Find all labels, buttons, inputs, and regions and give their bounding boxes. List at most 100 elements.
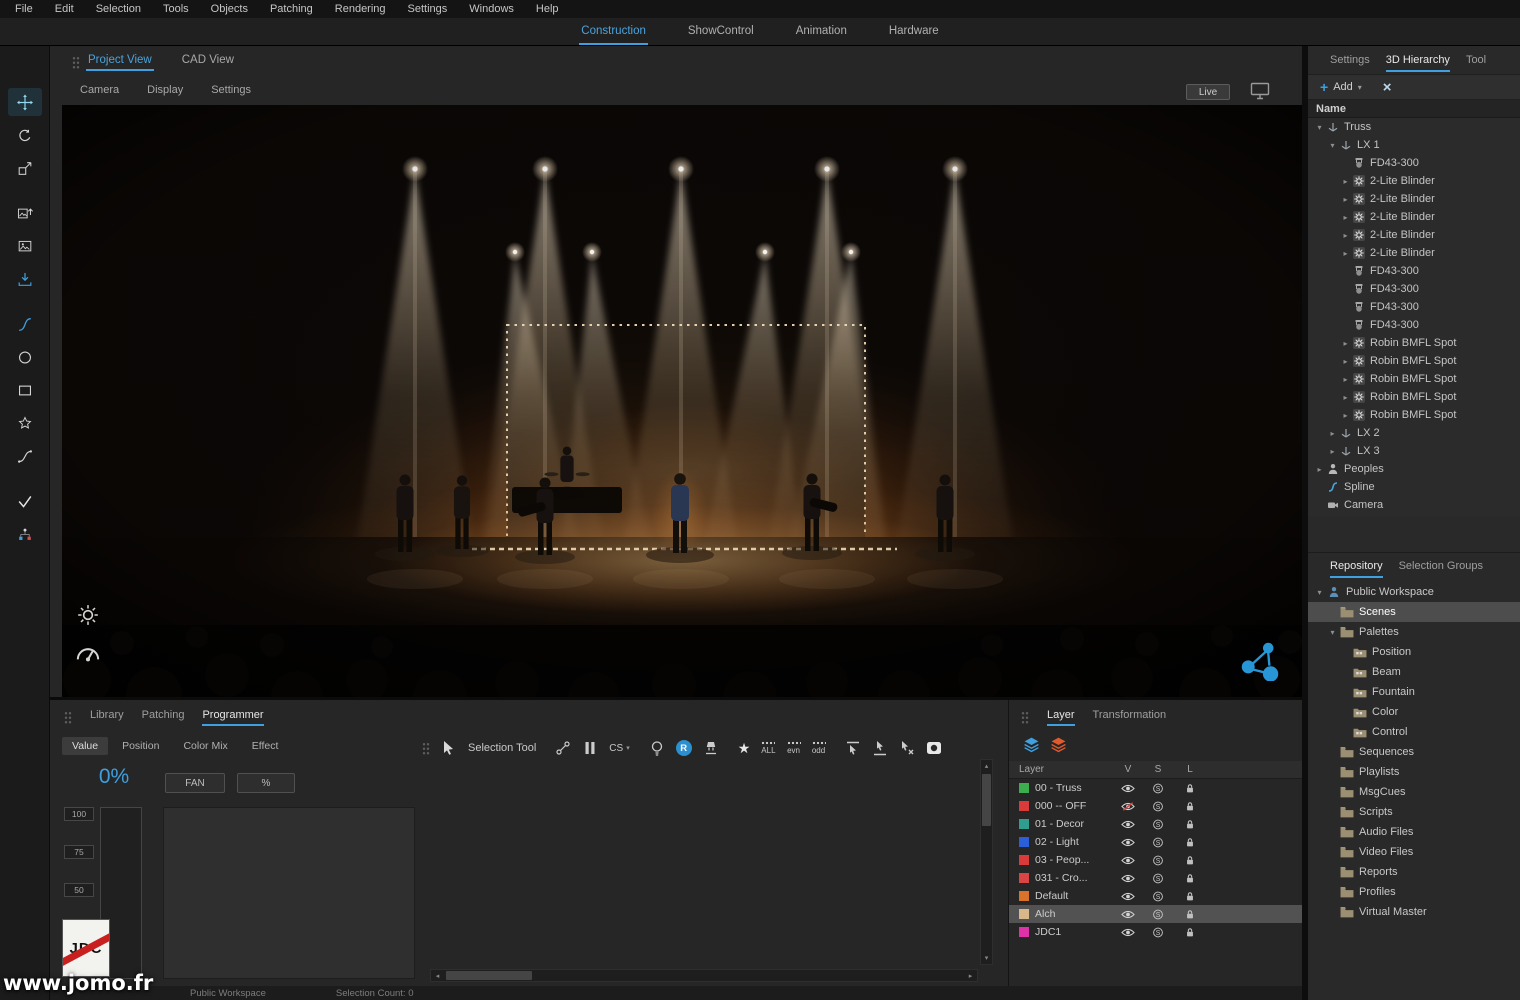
solo-icon[interactable]: S <box>1143 783 1173 794</box>
programmer-tab-programmer[interactable]: Programmer <box>202 709 263 726</box>
repository-item[interactable]: ▾Palettes <box>1308 622 1520 642</box>
layer-row[interactable]: 00 - TrussS <box>1009 779 1302 797</box>
repository-item[interactable]: Scripts <box>1308 802 1520 822</box>
repository-item[interactable]: Profiles <box>1308 882 1520 902</box>
drag-grip-icon[interactable] <box>64 711 72 724</box>
hierarchy-item[interactable]: FD43-300 <box>1308 298 1520 316</box>
layer-tab-transformation[interactable]: Transformation <box>1093 709 1167 726</box>
hierarchy-item[interactable]: Camera <box>1308 496 1520 514</box>
layer-row[interactable]: 01 - DecorS <box>1009 815 1302 833</box>
spline-tool-button[interactable] <box>8 310 42 338</box>
lock-icon[interactable] <box>1173 873 1207 884</box>
scroll-left-icon[interactable]: ◂ <box>431 972 444 980</box>
repository-item[interactable]: MsgCues <box>1308 782 1520 802</box>
mode-tab-construction[interactable]: Construction <box>579 18 648 45</box>
view-tab-cad-view[interactable]: CAD View <box>180 51 236 71</box>
layer-row[interactable]: DefaultS <box>1009 887 1302 905</box>
expand-arrow-icon[interactable]: ▸ <box>1340 375 1351 384</box>
layer-row[interactable]: 031 - Cro...S <box>1009 869 1302 887</box>
expand-arrow-icon[interactable]: ▸ <box>1340 249 1351 258</box>
menu-item-settings[interactable]: Settings <box>397 3 459 15</box>
menu-item-patching[interactable]: Patching <box>259 3 324 15</box>
layers-stack-icon[interactable] <box>1023 736 1040 753</box>
lock-icon[interactable] <box>1173 855 1207 866</box>
mode-tab-showcontrol[interactable]: ShowControl <box>686 18 756 45</box>
rectangle-tool-button[interactable] <box>8 376 42 404</box>
layer-tab-layer[interactable]: Layer <box>1047 709 1075 726</box>
menu-item-objects[interactable]: Objects <box>200 3 259 15</box>
brightness-icon[interactable] <box>76 603 100 627</box>
visibility-icon[interactable] <box>1113 837 1143 848</box>
programmer-tab-library[interactable]: Library <box>90 709 124 726</box>
record-badge[interactable]: R <box>676 740 692 756</box>
repository-item[interactable]: Video Files <box>1308 842 1520 862</box>
expand-arrow-icon[interactable]: ▸ <box>1340 357 1351 366</box>
node-network-icon[interactable] <box>1240 641 1280 681</box>
drag-grip-icon[interactable] <box>72 56 80 69</box>
mode-tab-animation[interactable]: Animation <box>794 18 849 45</box>
scrollbar-thumb[interactable] <box>982 774 991 826</box>
repository-item[interactable]: Fountain <box>1308 682 1520 702</box>
hierarchy-item[interactable]: FD43-300 <box>1308 280 1520 298</box>
repository-item[interactable]: Reports <box>1308 862 1520 882</box>
hierarchy-item[interactable]: ▸Robin BMFL Spot <box>1308 334 1520 352</box>
hierarchy-item[interactable]: ▸Robin BMFL Spot <box>1308 406 1520 424</box>
live-button[interactable]: Live <box>1186 84 1230 100</box>
hierarchy-item[interactable]: ▸Peoples <box>1308 460 1520 478</box>
layer-color-swatch[interactable] <box>1019 837 1029 847</box>
drag-grip-icon[interactable] <box>422 742 430 755</box>
lock-icon[interactable] <box>1173 837 1207 848</box>
visibility-icon[interactable] <box>1113 783 1143 794</box>
menu-item-selection[interactable]: Selection <box>85 3 152 15</box>
orbit-tool-button[interactable] <box>8 121 42 149</box>
programmer-tab-patching[interactable]: Patching <box>142 709 185 726</box>
clear-selection-button[interactable] <box>899 740 915 756</box>
solo-icon[interactable]: S <box>1143 801 1173 812</box>
visibility-icon[interactable] <box>1113 927 1143 938</box>
programmer-subtab-value[interactable]: Value <box>62 737 108 755</box>
layer-row[interactable]: AlchS <box>1009 905 1302 923</box>
hierarchy-item[interactable]: ▾LX 1 <box>1308 136 1520 154</box>
panel-tab-3d-hierarchy[interactable]: 3D Hierarchy <box>1386 54 1450 72</box>
visibility-icon[interactable] <box>1113 873 1143 884</box>
select-even-button[interactable]: evn <box>787 741 801 755</box>
programmer-subtab-effect[interactable]: Effect <box>242 737 289 755</box>
mode-tab-hardware[interactable]: Hardware <box>887 18 941 45</box>
solo-icon[interactable]: S <box>1143 855 1173 866</box>
menu-item-rendering[interactable]: Rendering <box>324 3 397 15</box>
repository-item[interactable]: Scenes <box>1308 602 1520 622</box>
monitor-icon[interactable] <box>1250 82 1270 100</box>
exposure-gauge-icon[interactable] <box>74 639 102 665</box>
horizontal-scrollbar[interactable]: ◂ ▸ <box>430 969 978 982</box>
visibility-icon[interactable] <box>1113 909 1143 920</box>
visibility-icon[interactable] <box>1113 819 1143 830</box>
cs-dropdown[interactable]: CS ▾ <box>609 743 629 754</box>
hierarchy-item[interactable]: FD43-300 <box>1308 316 1520 334</box>
hierarchy-item[interactable]: FD43-300 <box>1308 262 1520 280</box>
scroll-up-icon[interactable]: ▴ <box>985 760 989 772</box>
scrollbar-thumb[interactable] <box>446 971 532 980</box>
lock-icon[interactable] <box>1173 909 1207 920</box>
highlight-lamp-icon[interactable] <box>649 740 665 756</box>
panel-tab-selection-groups[interactable]: Selection Groups <box>1399 560 1483 578</box>
hierarchy-item[interactable]: ▸2-Lite Blinder <box>1308 208 1520 226</box>
hierarchy-item[interactable]: ▸2-Lite Blinder <box>1308 172 1520 190</box>
layer-row[interactable]: 02 - LightS <box>1009 833 1302 851</box>
hierarchy-item[interactable]: ▸2-Lite Blinder <box>1308 190 1520 208</box>
selection-tool-label[interactable]: Selection Tool <box>468 742 536 754</box>
expand-arrow-icon[interactable]: ▸ <box>1340 195 1351 204</box>
export-view-tool-button[interactable] <box>8 154 42 182</box>
repository-item[interactable]: Control <box>1308 722 1520 742</box>
hierarchy-item[interactable]: FD43-300 <box>1308 154 1520 172</box>
repository-item[interactable]: Position <box>1308 642 1520 662</box>
hierarchy-item[interactable]: ▸2-Lite Blinder <box>1308 244 1520 262</box>
delete-button[interactable]: × <box>1383 80 1392 95</box>
solo-icon[interactable]: S <box>1143 873 1173 884</box>
solo-icon[interactable]: S <box>1143 891 1173 902</box>
collapse-arrow-icon[interactable]: ▾ <box>1314 123 1325 132</box>
star-tool-button[interactable] <box>8 409 42 437</box>
panel-tab-settings[interactable]: Settings <box>1330 54 1370 72</box>
visibility-icon[interactable] <box>1113 891 1143 902</box>
repository-item[interactable]: Virtual Master <box>1308 902 1520 922</box>
panel-tab-repository[interactable]: Repository <box>1330 560 1383 578</box>
